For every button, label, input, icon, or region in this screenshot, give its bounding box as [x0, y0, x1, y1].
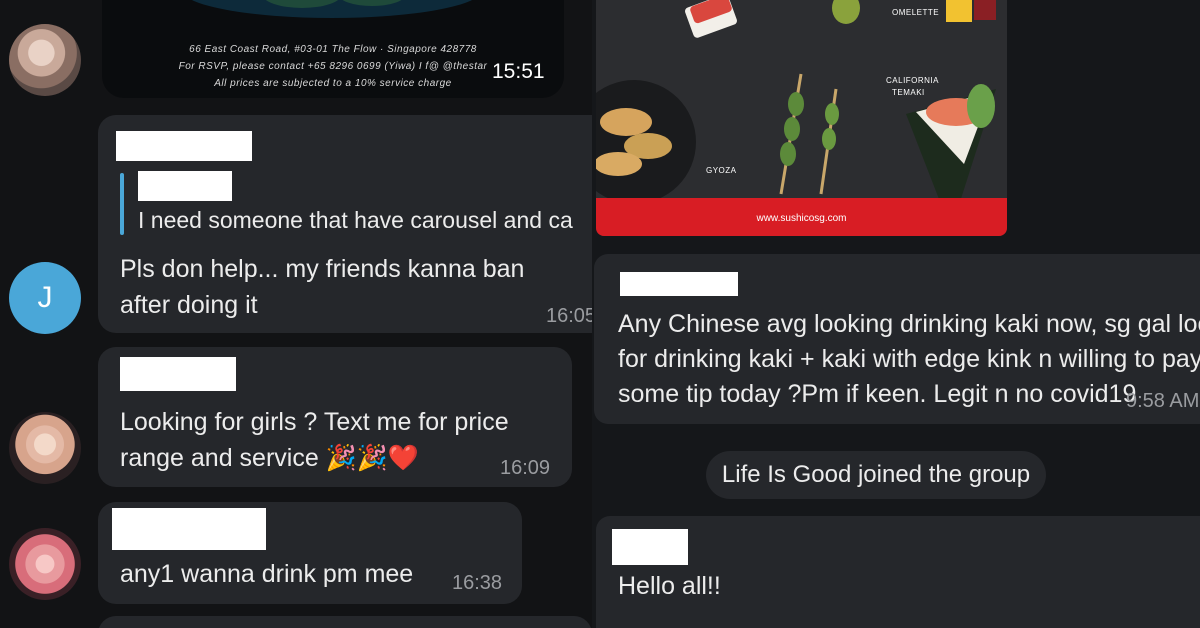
message-text: Any Chinese avg looking drinking kaki no…	[618, 310, 1200, 338]
message-text: for drinking kaki + kaki with edge kink …	[618, 345, 1200, 373]
avatar[interactable]	[9, 412, 81, 484]
label-temaki: TEMAKI	[892, 88, 925, 97]
avatar-initial: J	[37, 281, 53, 314]
message-bubble[interactable]: I need someone that have carousel and ca…	[98, 115, 592, 333]
redacted-sender-name	[112, 508, 266, 550]
message-time: 16:09	[500, 457, 551, 479]
message-bubble[interactable]	[98, 616, 592, 628]
message-time: 15:51	[492, 60, 545, 83]
reply-quote-bar	[120, 173, 124, 235]
system-message-pill: Life Is Good joined the group	[706, 451, 1046, 499]
poster-url: www.sushicosg.com	[756, 213, 847, 224]
message-text: range and service 🎉🎉❤️	[120, 444, 420, 472]
message-bubble[interactable]: Looking for girls ? Text me for price ra…	[98, 347, 572, 487]
message-text: Hello all!!	[618, 572, 721, 600]
system-message-text: Life Is Good joined the group	[721, 461, 1031, 488]
label-gyoza: GYOZA	[706, 166, 737, 175]
media-message-card[interactable]: 66 East Coast Road, #03-01 The Flow · Si…	[102, 0, 564, 98]
flyer-address: 66 East Coast Road, #03-01 The Flow · Si…	[189, 44, 477, 55]
message-bubble[interactable]: Hello all!!	[596, 516, 1200, 628]
message-time: 16:05	[546, 305, 592, 327]
right-chat-panel: OMELETTE CALIFORNIA TEMAKI GYOZA www.sus…	[592, 0, 1200, 628]
redacted-quoted-name	[138, 171, 232, 201]
redacted-sender-name	[612, 529, 688, 565]
message-text: Looking for girls ? Text me for price	[120, 408, 509, 436]
avatar[interactable]	[9, 528, 81, 600]
message-time: 16:38	[452, 572, 503, 594]
avatar[interactable]: J	[9, 262, 81, 334]
message-time: 9:58 AM	[1126, 390, 1200, 412]
label-california: CALIFORNIA	[886, 76, 940, 85]
reply-quote-text: I need someone that have carousel and ca	[138, 207, 573, 233]
message-text: Pls don help... my friends kanna ban	[120, 255, 525, 283]
message-text: any1 wanna drink pm mee	[120, 560, 414, 588]
redacted-sender-name	[120, 357, 236, 391]
message-text: after doing it	[120, 291, 258, 319]
redacted-sender-name	[116, 131, 252, 161]
label-omelette: OMELETTE	[892, 8, 940, 17]
promo-poster-image[interactable]: OMELETTE CALIFORNIA TEMAKI GYOZA www.sus…	[596, 0, 1007, 236]
avatar[interactable]	[9, 24, 81, 96]
message-bubble[interactable]: Any Chinese avg looking drinking kaki no…	[594, 254, 1200, 424]
left-chat-panel: 66 East Coast Road, #03-01 The Flow · Si…	[0, 0, 592, 628]
redacted-sender-name	[620, 272, 738, 296]
message-text: some tip today ?Pm if keen. Legit n no c…	[618, 380, 1137, 408]
message-bubble[interactable]: any1 wanna drink pm mee 16:38	[98, 502, 522, 604]
